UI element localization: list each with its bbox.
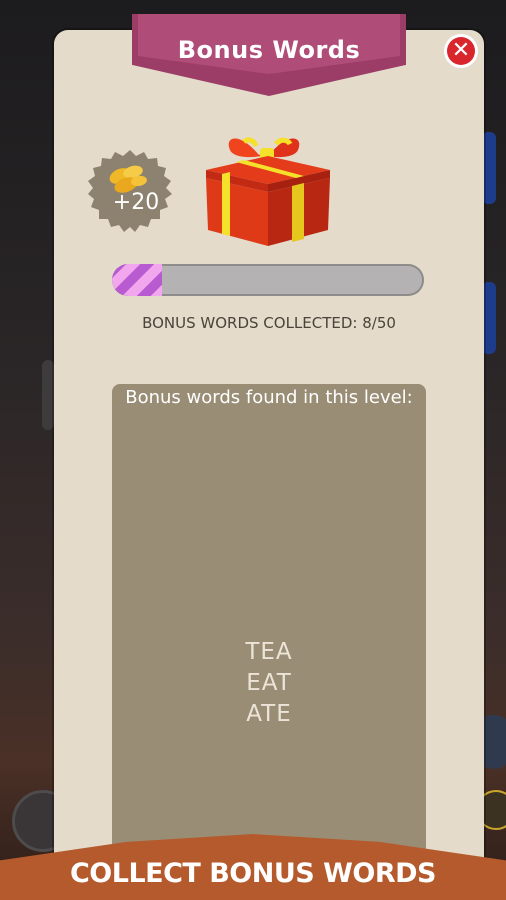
background-tile xyxy=(42,360,54,430)
background-tile xyxy=(482,132,496,204)
close-icon: ✕ xyxy=(447,37,475,65)
bonus-word: ATE xyxy=(246,701,292,727)
bonus-collected-label: BONUS WORDS COLLECTED: 8/50 xyxy=(142,314,396,332)
gift-box-icon xyxy=(206,137,330,246)
bonus-progress-fill xyxy=(112,264,162,296)
promo-banner-text: COLLECT BONUS WORDS xyxy=(69,858,437,889)
bonus-progress-bar xyxy=(112,264,424,296)
bonus-word: TEA xyxy=(245,639,293,665)
bonus-words-panel xyxy=(112,384,426,860)
bonus-word-list: TEA EAT ATE xyxy=(112,637,426,730)
reward-amount: +20 xyxy=(112,190,160,215)
bonus-words-heading: Bonus words found in this level: xyxy=(125,387,413,408)
dialog-title: Bonus Words xyxy=(177,36,361,64)
background-tile xyxy=(482,282,496,354)
close-button[interactable]: ✕ xyxy=(444,34,478,68)
bonus-word: EAT xyxy=(246,670,292,696)
